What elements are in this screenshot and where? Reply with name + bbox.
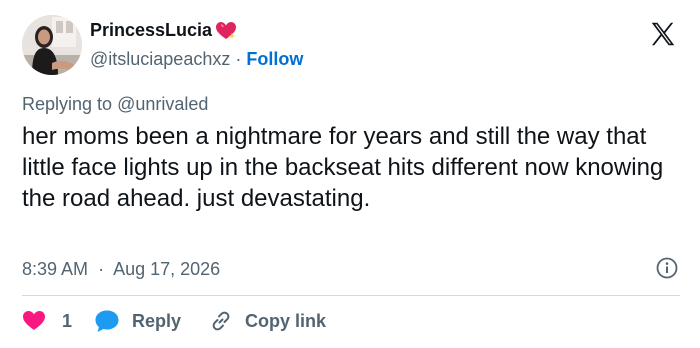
- reply-button[interactable]: Reply: [94, 309, 181, 333]
- separator-dot: ·: [98, 259, 105, 279]
- separator-dot: ·: [235, 49, 242, 69]
- user-handle[interactable]: @itsluciapeachxz: [90, 49, 230, 70]
- like-count: 1: [62, 310, 73, 331]
- reply-context: Replying to @unrivaled: [22, 94, 208, 115]
- info-icon[interactable]: [656, 257, 678, 279]
- sparkling-heart-icon: [215, 21, 237, 41]
- like-button[interactable]: 1: [22, 310, 72, 332]
- name-row: PrincessLucia: [90, 20, 237, 41]
- heart-icon: [22, 310, 46, 332]
- tweet-date[interactable]: Aug 17, 2026: [113, 259, 220, 279]
- tweet-time[interactable]: 8:39 AM: [22, 259, 88, 279]
- reply-mention-link[interactable]: @unrivaled: [117, 94, 208, 114]
- reply-prefix: Replying to: [22, 94, 113, 114]
- link-icon: [209, 309, 233, 333]
- follow-button[interactable]: Follow: [246, 49, 303, 70]
- display-name[interactable]: PrincessLucia: [90, 20, 212, 41]
- copy-link-button[interactable]: Copy link: [209, 309, 326, 333]
- reply-label: Reply: [132, 310, 182, 331]
- copy-link-label: Copy link: [245, 310, 327, 331]
- speech-bubble-icon: [94, 309, 120, 333]
- divider: [22, 295, 680, 296]
- timestamp-row: 8:39 AM · Aug 17, 2026: [22, 257, 678, 280]
- handle-row: @itsluciapeachxz · Follow: [90, 49, 303, 70]
- action-bar: 1 Reply Copy link: [22, 308, 326, 334]
- avatar[interactable]: [22, 15, 82, 75]
- tweet-text: her moms been a nightmare for years and …: [22, 123, 664, 212]
- tweet-header: PrincessLucia @itsluciapeachxz · Follow: [22, 15, 682, 77]
- x-logo-icon[interactable]: [648, 19, 678, 49]
